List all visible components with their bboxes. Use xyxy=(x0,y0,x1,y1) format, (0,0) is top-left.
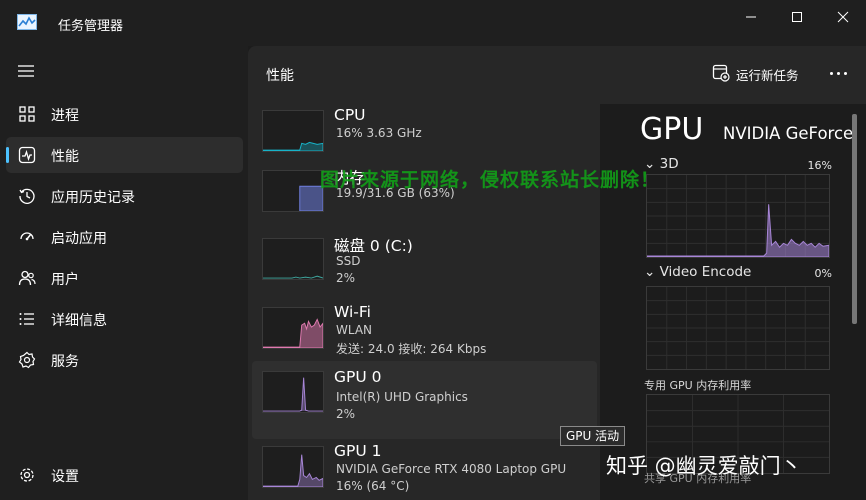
performance-icon xyxy=(18,146,36,164)
sidebar-item-processes[interactable]: 进程 xyxy=(6,96,243,132)
device-item-gpu1[interactable]: GPU 1 NVIDIA GeForce RTX 4080 Laptop GPU… xyxy=(252,440,597,500)
page-title: 性能 xyxy=(266,68,294,84)
device-name: CPU xyxy=(334,106,366,124)
sidebar-item-performance[interactable]: 性能 xyxy=(6,137,243,173)
sidebar-item-label: 用户 xyxy=(51,272,79,288)
engine-video-encode-value: 0% xyxy=(814,267,832,280)
gpu-detail-panel: GPU NVIDIA GeForce ⌄ 3D 16% ⌄ Video Enco… xyxy=(600,104,866,500)
memory-thumbnail-graph xyxy=(262,170,324,212)
engine-3d-graph xyxy=(646,174,830,258)
history-icon xyxy=(19,188,35,204)
engine-name: 3D xyxy=(659,156,679,172)
gpu-activity-tooltip: GPU 活动 xyxy=(560,426,626,446)
watermark-text: 图片来源于网络，侵权联系站长删除！ xyxy=(320,169,661,191)
device-usage: 16% (64 °C) xyxy=(336,479,410,493)
hamburger-menu-icon[interactable] xyxy=(16,64,36,78)
chevron-down-icon: ⌄ xyxy=(644,264,660,280)
device-usage: 2% xyxy=(336,271,356,285)
task-manager-icon xyxy=(17,14,37,30)
sidebar: 进程 性能 应用历史记录 启动应用 用户 详细信息 服务 设置 xyxy=(0,46,248,500)
sidebar-item-label: 设置 xyxy=(51,469,79,485)
sidebar-item-services[interactable]: 服务 xyxy=(6,342,243,378)
gpu1-thumbnail-graph xyxy=(262,446,324,488)
maximize-button[interactable] xyxy=(774,0,820,34)
detail-title: GPU xyxy=(640,112,704,147)
dedicated-memory-label: 专用 GPU 内存利用率 xyxy=(644,379,752,392)
active-indicator xyxy=(6,147,9,163)
disk-thumbnail-graph xyxy=(262,238,324,280)
more-options-button[interactable] xyxy=(824,60,854,86)
maximize-icon xyxy=(792,12,802,22)
zhihu-watermark: 知乎 @幽灵爱敲门丶 xyxy=(606,454,802,478)
device-throughput: 发送: 24.0 接收: 264 Kbps xyxy=(336,342,487,356)
sidebar-item-label: 服务 xyxy=(51,354,79,370)
minimize-icon xyxy=(746,16,756,18)
sidebar-item-app-history[interactable]: 应用历史记录 xyxy=(6,178,243,214)
device-item-gpu0[interactable]: GPU 0 Intel(R) UHD Graphics 2% xyxy=(252,361,597,439)
startup-icon xyxy=(20,232,34,241)
device-name: 磁盘 0 (C:) xyxy=(334,237,413,255)
engine-name: Video Encode xyxy=(659,264,752,280)
engine-video-encode-header[interactable]: ⌄ Video Encode xyxy=(644,264,751,280)
sidebar-item-settings[interactable]: 设置 xyxy=(6,457,243,493)
device-item-disk[interactable]: 磁盘 0 (C:) SSD 2% xyxy=(252,232,597,304)
wifi-thumbnail-graph xyxy=(262,307,324,349)
detail-scrollbar[interactable] xyxy=(852,114,857,324)
device-usage: 2% xyxy=(336,407,356,421)
device-detail: SSD xyxy=(336,254,361,268)
device-name: GPU 1 xyxy=(334,442,382,460)
sidebar-item-label: 应用历史记录 xyxy=(51,190,135,206)
device-detail: 16% 3.63 GHz xyxy=(336,126,422,140)
sidebar-item-users[interactable]: 用户 xyxy=(6,260,243,296)
detail-subtitle: NVIDIA GeForce xyxy=(723,124,854,143)
sidebar-item-label: 启动应用 xyxy=(51,231,107,247)
gpu0-thumbnail-graph xyxy=(262,371,324,413)
engine-3d-value: 16% xyxy=(807,159,832,172)
run-task-icon xyxy=(712,64,730,82)
sidebar-item-label: 详细信息 xyxy=(51,313,107,329)
minimize-button[interactable] xyxy=(728,0,774,34)
device-list: CPU 16% 3.63 GHz 内存 19.9/31.6 GB (63%) 磁… xyxy=(252,104,600,500)
processes-icon xyxy=(19,106,35,122)
services-icon xyxy=(18,351,36,369)
sidebar-item-label: 性能 xyxy=(51,149,79,165)
sidebar-item-label: 进程 xyxy=(51,108,79,124)
cpu-thumbnail-graph xyxy=(262,110,324,152)
device-detail: WLAN xyxy=(336,323,373,337)
users-icon xyxy=(18,270,36,286)
title-bar: 任务管理器 xyxy=(0,0,866,46)
app-title: 任务管理器 xyxy=(58,19,124,34)
sidebar-item-details[interactable]: 详细信息 xyxy=(6,301,243,337)
device-detail: NVIDIA GeForce RTX 4080 Laptop GPU xyxy=(336,462,567,476)
close-button[interactable] xyxy=(820,0,866,34)
device-name: Wi-Fi xyxy=(334,303,371,321)
engine-video-encode-graph xyxy=(646,286,830,370)
sidebar-item-startup-apps[interactable]: 启动应用 xyxy=(6,219,243,255)
details-icon xyxy=(19,313,34,325)
close-icon xyxy=(837,11,849,23)
device-detail: Intel(R) UHD Graphics xyxy=(336,390,468,404)
gear-icon xyxy=(20,468,34,482)
device-name: GPU 0 xyxy=(334,368,382,386)
run-new-task-label: 运行新任务 xyxy=(736,68,799,83)
